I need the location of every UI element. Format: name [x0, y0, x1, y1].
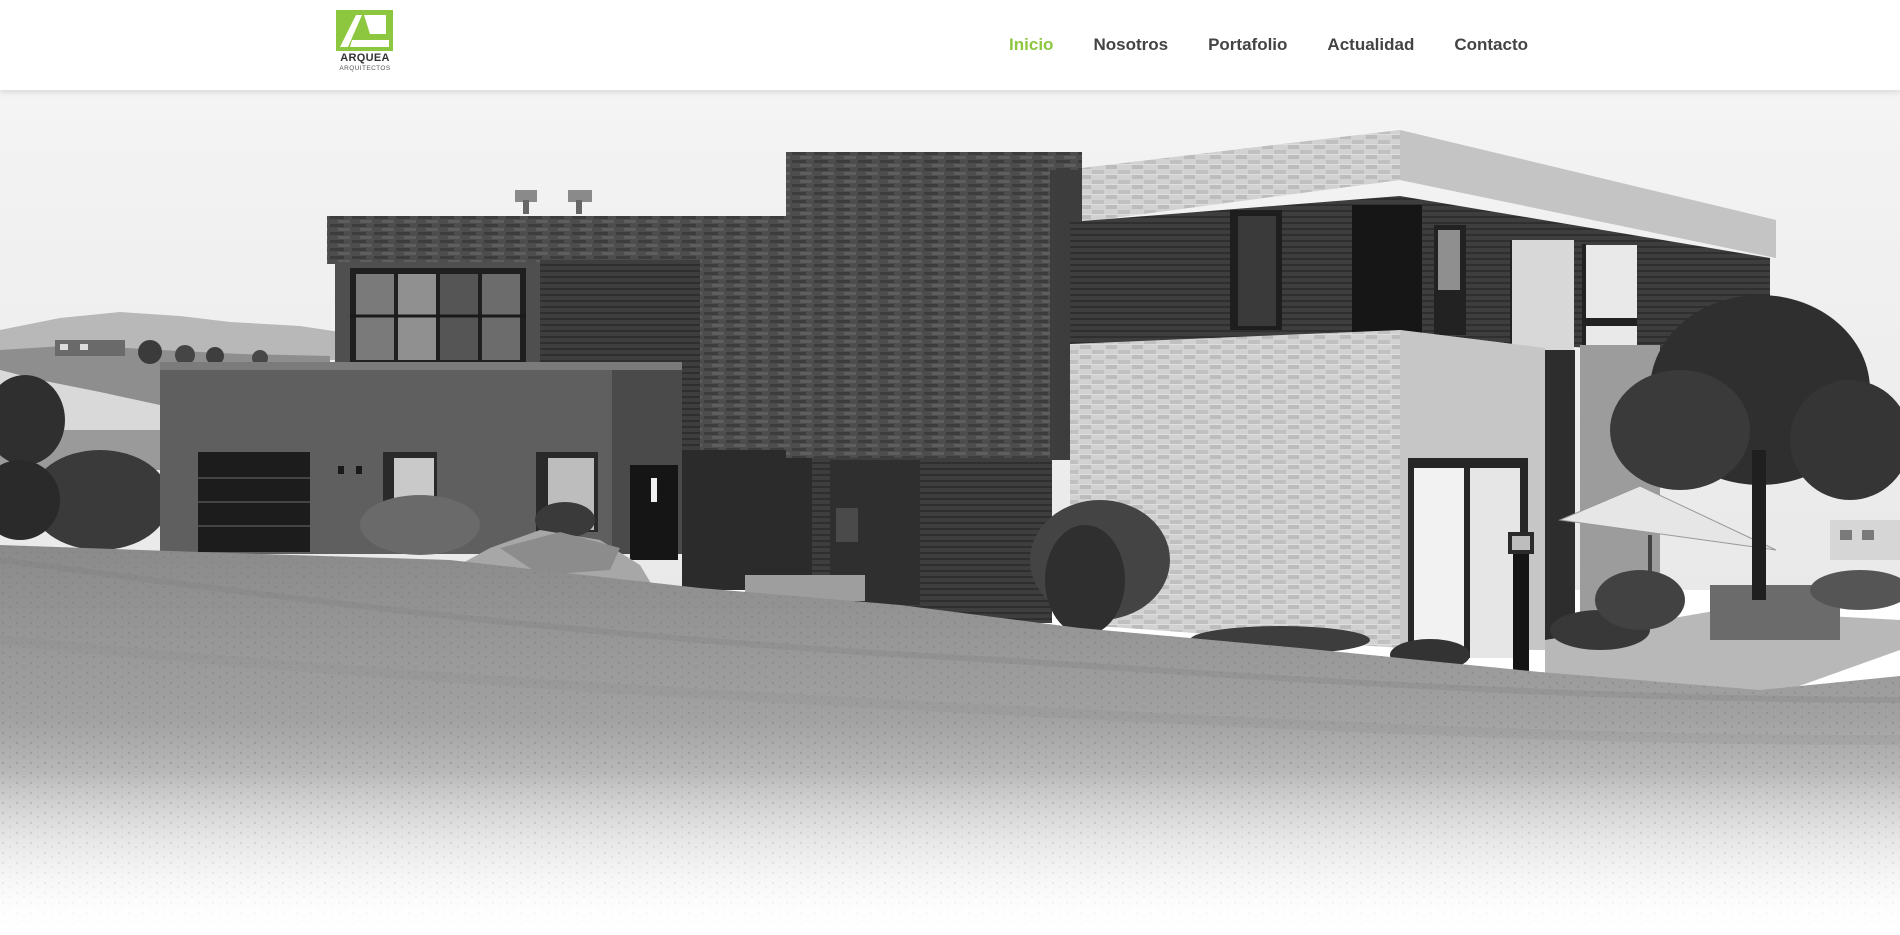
nav-item-nosotros[interactable]: Nosotros [1073, 0, 1188, 90]
brand-name: ARQUEA [340, 52, 390, 64]
hero-image [0, 90, 1900, 935]
site-header: ARQUEA ARQUITECTOS Inicio Nosotros Porta… [0, 0, 1900, 90]
brand-subtitle: ARQUITECTOS [339, 65, 391, 72]
nav-item-portafolio[interactable]: Portafolio [1188, 0, 1307, 90]
brand-logo[interactable]: ARQUEA ARQUITECTOS [334, 10, 396, 74]
main-nav: Inicio Nosotros Portafolio Actualidad Co… [989, 0, 1528, 90]
nav-item-actualidad[interactable]: Actualidad [1307, 0, 1434, 90]
nav-item-inicio[interactable]: Inicio [989, 0, 1073, 90]
nav-item-contacto[interactable]: Contacto [1434, 0, 1528, 90]
arquea-logo-icon [336, 10, 393, 51]
hero-banner [0, 90, 1900, 935]
